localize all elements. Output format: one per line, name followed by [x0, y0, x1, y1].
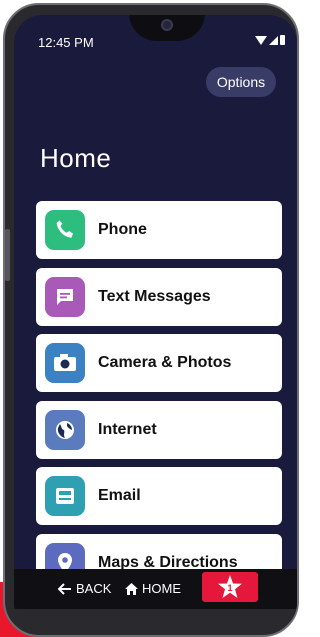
signal-icon [269, 35, 278, 45]
app-label: Camera & Photos [98, 354, 232, 372]
bottom-navigation-bar: BACK HOME 1 [14, 569, 297, 609]
star-icon: 1 [218, 575, 242, 598]
back-label: BACK [76, 581, 112, 596]
app-label: Text Messages [98, 287, 211, 305]
app-item-internet[interactable]: Internet [36, 400, 282, 459]
home-button[interactable]: HOME [125, 581, 181, 596]
globe-icon [45, 409, 85, 450]
app-label: Email [98, 487, 141, 505]
app-item-camera[interactable]: Camera & Photos [36, 334, 282, 393]
bottom-bezel [14, 609, 297, 631]
camera-icon [45, 343, 85, 384]
page-title: Home [40, 143, 112, 173]
back-button[interactable]: BACK [58, 581, 111, 596]
home-icon [125, 582, 138, 595]
status-icons [255, 35, 285, 45]
screen: 12:45 PM Options Home Phone Text Message… [14, 15, 297, 631]
home-label: HOME [142, 581, 181, 596]
options-button[interactable]: Options [206, 67, 276, 97]
app-list: Phone Text Messages Camera & Photos Inte… [36, 201, 282, 601]
urgent-response-button[interactable]: 1 [202, 572, 258, 602]
app-label: Internet [98, 420, 157, 438]
status-time: 12:45 PM [38, 35, 94, 50]
message-icon [45, 276, 85, 317]
phone-icon [45, 210, 85, 250]
wifi-icon [255, 35, 267, 45]
app-item-text-messages[interactable]: Text Messages [36, 267, 282, 326]
app-item-phone[interactable]: Phone [36, 201, 282, 259]
camera-notch [129, 15, 205, 41]
email-icon [45, 476, 85, 517]
side-button [5, 229, 10, 281]
urgent-number: 1 [227, 583, 232, 593]
arrow-left-icon [58, 582, 71, 595]
battery-icon [280, 35, 285, 45]
camera-icon [161, 19, 173, 31]
phone-frame: 12:45 PM Options Home Phone Text Message… [3, 3, 299, 637]
app-item-email[interactable]: Email [36, 467, 282, 526]
app-label: Phone [98, 221, 147, 238]
